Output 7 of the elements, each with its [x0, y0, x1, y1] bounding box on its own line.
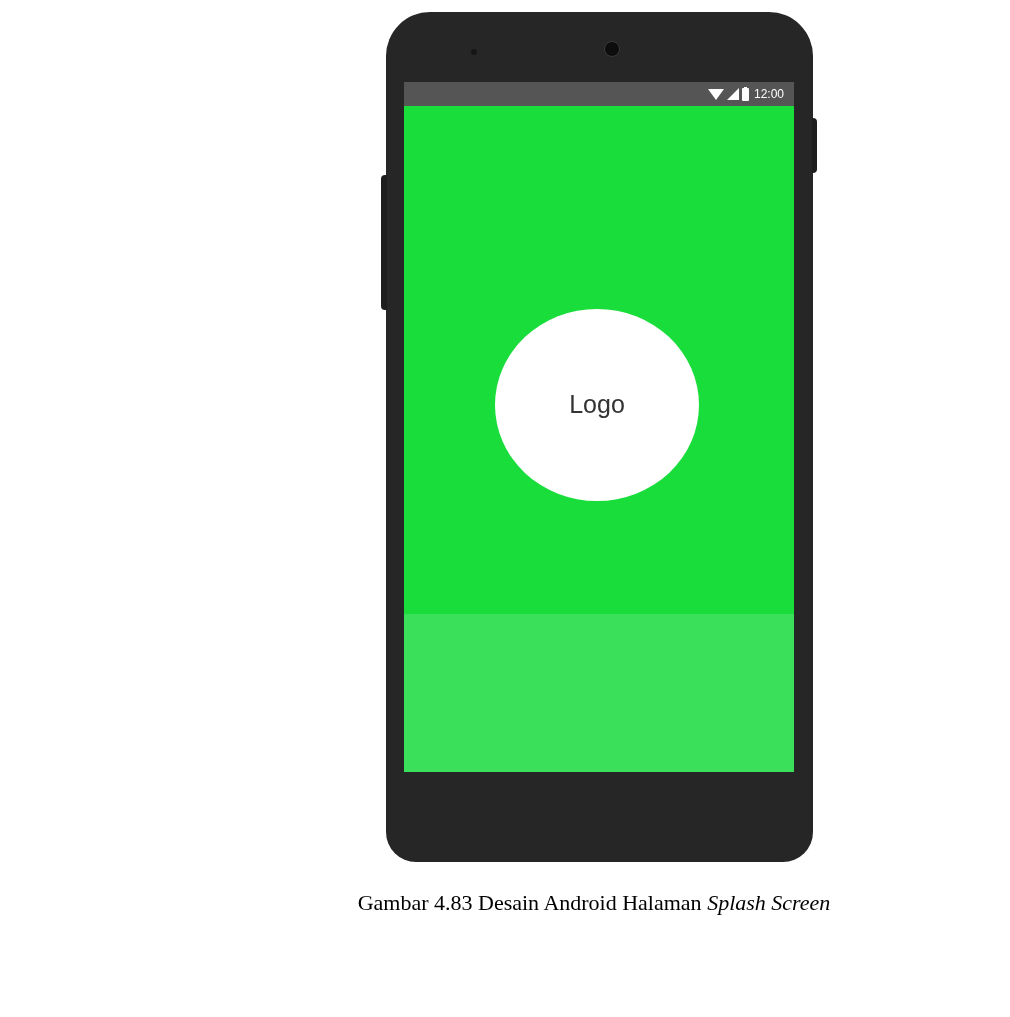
signal-icon — [726, 88, 739, 100]
battery-icon — [741, 87, 749, 101]
wifi-icon — [707, 88, 724, 100]
clock-time: 12:00 — [753, 86, 784, 103]
figure-caption: Gambar 4.83 Desain Android Halaman Splash Screen — [357, 889, 831, 917]
logo-circle: Logo — [495, 309, 699, 501]
camera-icon — [604, 41, 620, 57]
